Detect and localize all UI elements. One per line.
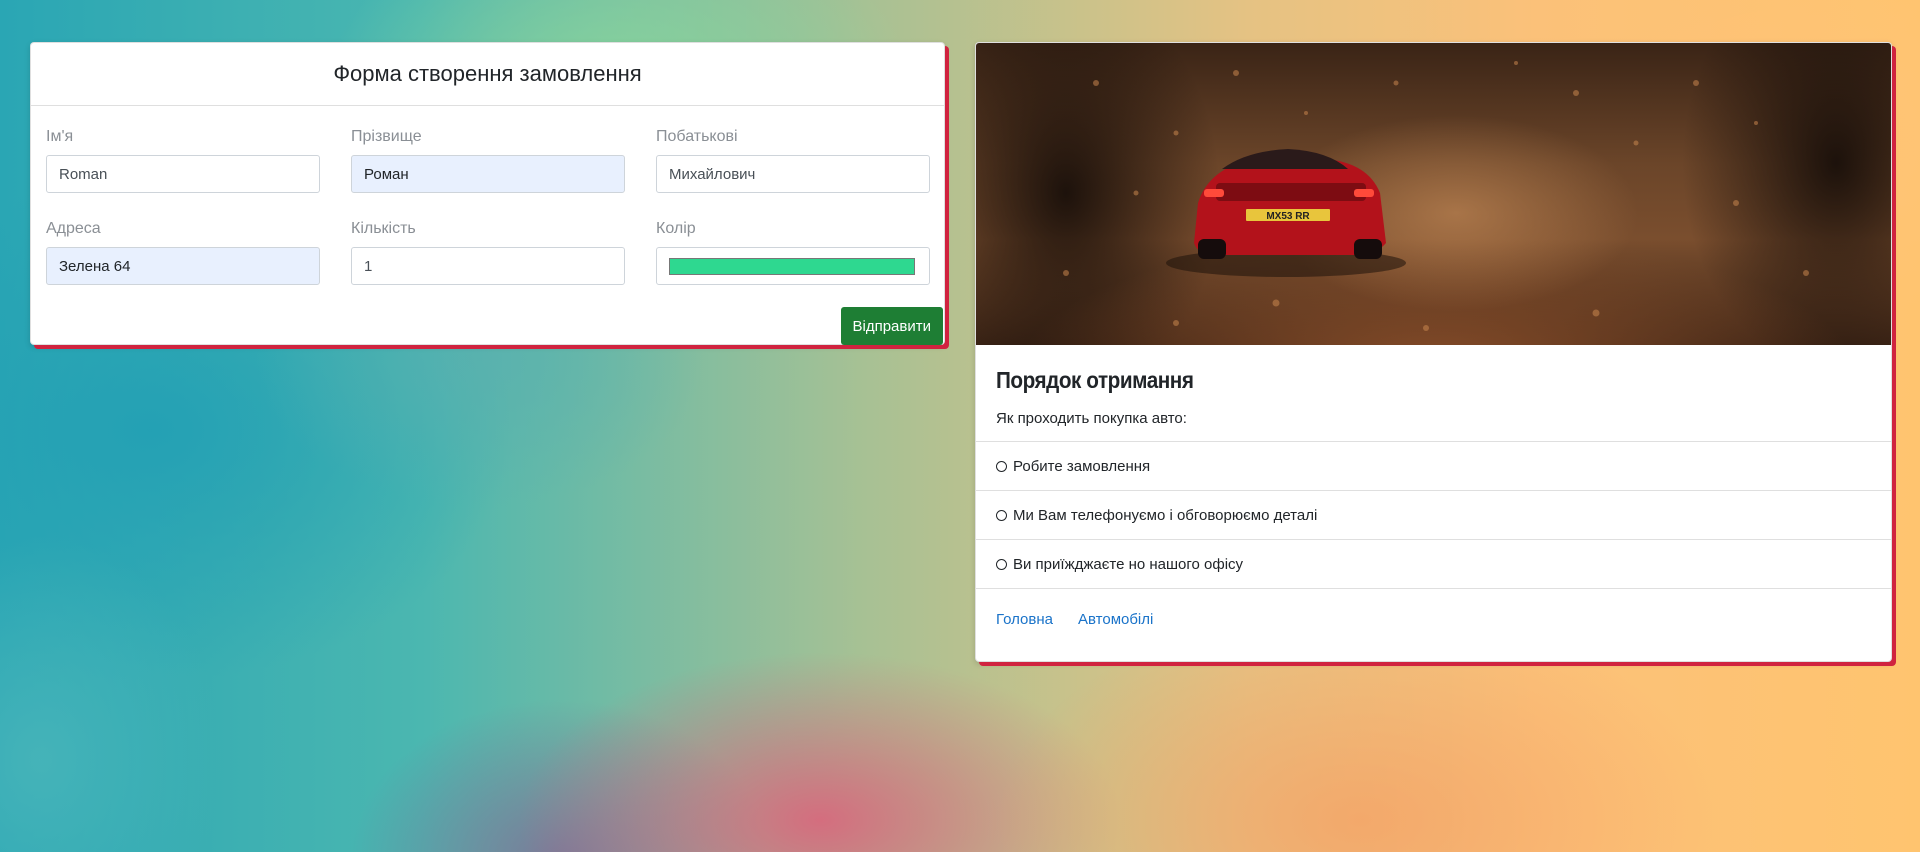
address-label: Адреса: [46, 220, 101, 237]
patronymic-group: Побатькові Михайлович: [656, 128, 930, 193]
color-group: Колір: [656, 220, 930, 285]
order-form-card: Форма створення замовлення Ім'я Roman Пр…: [30, 42, 945, 345]
home-link[interactable]: Головна: [996, 611, 1053, 628]
first-name-group: Ім'я Roman: [46, 128, 320, 193]
circle-icon: [996, 509, 1007, 521]
cars-link[interactable]: Автомобілі: [1078, 611, 1153, 628]
address-group: Адреса Зелена 64: [46, 220, 320, 285]
info-title: Порядок отримання: [996, 367, 1194, 393]
list-item: Робите замовлення: [976, 442, 1891, 491]
car-shape: MX53 RR: [1194, 149, 1386, 259]
color-picker-input[interactable]: [656, 247, 930, 285]
list-item: Ви приїжджаєте но нашого офісу: [976, 540, 1891, 589]
quantity-label: Кількість: [351, 220, 416, 237]
steps-list: Робите замовлення Ми Вам телефонуємо і о…: [976, 441, 1891, 589]
card-links: Головна Автомобілі: [976, 589, 1891, 650]
info-subtitle: Як проходить покупка авто:: [996, 410, 1187, 427]
patronymic-label: Побатькові: [656, 128, 738, 145]
list-item: Ми Вам телефонуємо і обговорюємо деталі: [976, 491, 1891, 540]
quantity-group: Кількість 1: [351, 220, 625, 285]
first-name-input[interactable]: Roman: [46, 155, 320, 193]
last-name-group: Прізвище Роман: [351, 128, 625, 193]
license-plate: MX53 RR: [1266, 211, 1310, 222]
form-title: Форма створення замовлення: [31, 43, 944, 106]
purchase-info-card: MX53 RR Порядок отримання Як проходить п…: [975, 42, 1892, 662]
color-swatch: [669, 257, 915, 275]
patronymic-input[interactable]: Михайлович: [656, 155, 930, 193]
step-text: Ви приїжджаєте но нашого офісу: [1013, 555, 1244, 573]
step-text: Робите замовлення: [1013, 457, 1151, 475]
address-input[interactable]: Зелена 64: [46, 247, 320, 285]
color-label: Колір: [656, 220, 696, 237]
circle-icon: [996, 460, 1007, 472]
last-name-input[interactable]: Роман: [351, 155, 625, 193]
quantity-input[interactable]: 1: [351, 247, 625, 285]
step-text: Ми Вам телефонуємо і обговорюємо деталі: [1013, 506, 1318, 524]
car-photo: MX53 RR: [976, 43, 1891, 345]
submit-button[interactable]: Відправити: [840, 307, 943, 345]
first-name-label: Ім'я: [46, 128, 74, 145]
circle-icon: [996, 558, 1007, 570]
last-name-label: Прізвище: [351, 128, 422, 145]
